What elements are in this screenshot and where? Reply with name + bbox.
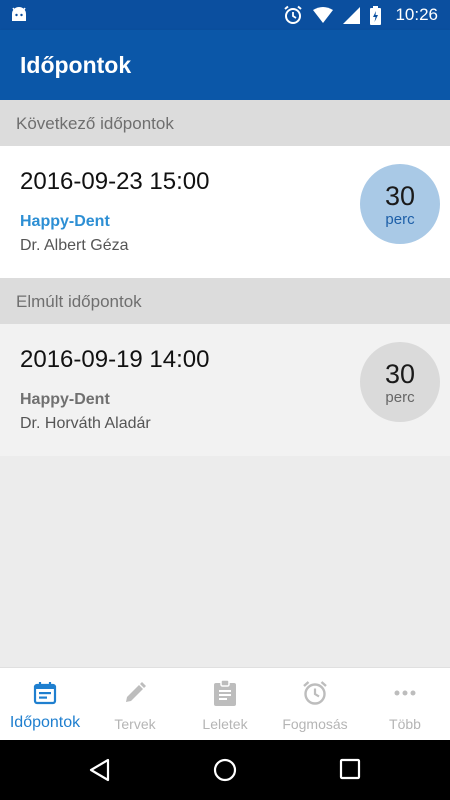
nav-item-leletek[interactable]: Leletek: [180, 668, 270, 740]
duration-unit: perc: [385, 210, 415, 228]
nav-item-idopontok[interactable]: Időpontok: [0, 668, 90, 740]
clipboard-icon: [214, 680, 236, 706]
bottom-navigation: Időpontok Tervek Leletek Fogmosás Több: [0, 667, 450, 740]
battery-icon: [370, 5, 382, 25]
system-navigation-bar: [0, 740, 450, 800]
upcoming-section-label: Következő időpontok: [16, 114, 174, 133]
pencil-icon: [126, 682, 146, 702]
appointment-datetime: 2016-09-19 14:00: [20, 346, 210, 373]
upcoming-appointment-card[interactable]: 2016-09-23 15:00 Happy-Dent Dr. Albert G…: [0, 146, 450, 278]
nav-item-tervek[interactable]: Tervek: [90, 668, 180, 740]
appointment-clinic: Happy-Dent: [20, 391, 110, 408]
recents-icon[interactable]: [339, 758, 361, 780]
android-icon: [12, 7, 26, 21]
duration-unit: perc: [385, 388, 415, 406]
wifi-icon: [313, 7, 334, 23]
home-icon[interactable]: [213, 758, 237, 782]
nav-label: Tervek: [114, 716, 156, 732]
appointment-clinic: Happy-Dent: [20, 213, 110, 230]
nav-label: Időpontok: [9, 714, 81, 731]
alarm-clock-icon: [303, 681, 327, 705]
calendar-icon: [33, 682, 57, 705]
app-bar: Időpontok: [0, 30, 450, 100]
appointment-doctor: Dr. Horváth Aladár: [20, 415, 151, 432]
nav-label: Leletek: [202, 716, 248, 732]
status-time: 10:26: [395, 5, 438, 24]
signal-icon: [343, 6, 361, 24]
duration-badge: 30 perc: [360, 164, 440, 244]
upcoming-section-header: Következő időpontok: [0, 100, 450, 146]
nav-label: Fogmosás: [282, 716, 348, 732]
page-title: Időpontok: [20, 52, 132, 78]
nav-item-fogmosas[interactable]: Fogmosás: [270, 668, 360, 740]
back-icon[interactable]: [88, 758, 110, 782]
duration-badge: 30 perc: [360, 342, 440, 422]
appointment-datetime: 2016-09-23 15:00: [20, 168, 210, 195]
alarm-status-icon: [284, 5, 303, 24]
past-appointment-card[interactable]: 2016-09-19 14:00 Happy-Dent Dr. Horváth …: [0, 324, 450, 456]
past-section-header: Elmúlt időpontok: [0, 278, 450, 324]
nav-label: Több: [389, 716, 421, 732]
duration-value: 30: [384, 180, 416, 211]
nav-item-tobb[interactable]: Több: [360, 668, 450, 740]
past-section-label: Elmúlt időpontok: [16, 292, 142, 311]
more-dots-icon: [394, 690, 416, 696]
appointment-doctor: Dr. Albert Géza: [20, 237, 129, 254]
status-bar: 10:26: [0, 0, 450, 30]
duration-value: 30: [384, 358, 416, 389]
